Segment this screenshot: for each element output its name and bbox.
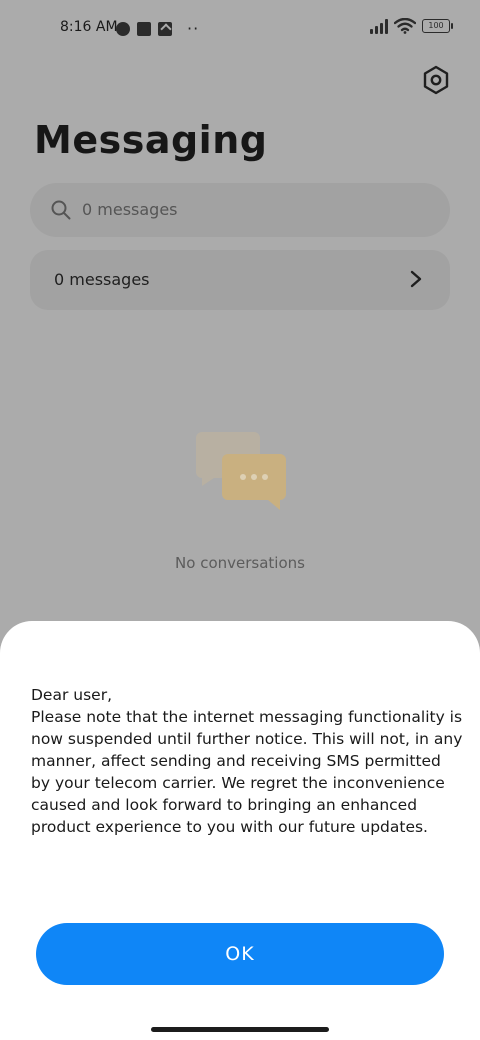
messages-summary-label: 0 messages [54, 270, 150, 289]
empty-state-text: No conversations [175, 554, 305, 572]
more-notifications-indicator: ·· [187, 19, 200, 38]
search-icon [51, 200, 71, 220]
chevron-right-icon [410, 270, 422, 288]
notification-icons: ·· [116, 19, 199, 38]
upload-icon [158, 21, 172, 36]
status-bar: 8:16 AM ·· 100 [0, 0, 480, 54]
system-status-icons: 100 [370, 18, 453, 34]
dialog-message: Dear user, Please note that the internet… [31, 686, 463, 836]
signal-strength-icon [370, 18, 388, 34]
search-input[interactable]: 0 messages [30, 183, 450, 237]
settings-gear-icon[interactable] [420, 64, 452, 96]
notification-square-icon [137, 21, 151, 36]
notice-dialog: Dear user, Please note that the internet… [0, 621, 480, 1040]
messages-summary-row[interactable]: 0 messages [30, 250, 450, 310]
ok-button[interactable]: OK [36, 923, 444, 985]
chat-bubbles-icon [196, 432, 286, 510]
status-time: 8:16 AM [60, 19, 118, 35]
search-placeholder: 0 messages [82, 200, 178, 219]
wifi-icon [394, 18, 416, 34]
battery-icon: 100 [422, 19, 453, 33]
page-title: Messaging [34, 118, 268, 162]
notification-app-icon [116, 21, 130, 36]
home-indicator[interactable] [151, 1027, 329, 1032]
